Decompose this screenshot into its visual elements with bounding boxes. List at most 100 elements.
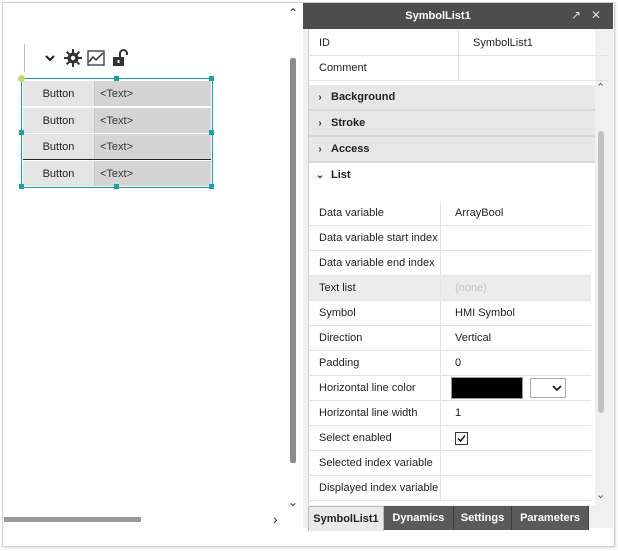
chevron-right-icon: › (318, 91, 322, 103)
group-label: Background (331, 91, 396, 103)
property-row[interactable]: Selected index variable (309, 451, 591, 476)
symbol-list-widget[interactable]: Button <Text> Button <Text> Button <Text… (21, 78, 213, 188)
property-value[interactable]: ArrayBool (441, 201, 591, 225)
property-label: Padding (309, 351, 441, 375)
tab-parameters[interactable]: Parameters (512, 506, 589, 530)
row-text: <Text> (100, 114, 134, 127)
row-button[interactable]: Button (23, 161, 95, 186)
tab-settings[interactable]: Settings (453, 506, 513, 530)
property-label: Horizontal line width (309, 401, 441, 425)
symbol-list-row[interactable]: Button <Text> (23, 134, 211, 160)
panel-scroll-down-arrow[interactable]: ⌄ (596, 490, 605, 501)
property-row[interactable]: Horizontal line width 1 (309, 401, 591, 426)
property-row[interactable]: Data variable end index (309, 251, 591, 276)
property-label: Selected index variable (309, 451, 441, 475)
tab-dynamics[interactable]: Dynamics (383, 506, 454, 530)
property-label: Data variable (309, 201, 441, 225)
resize-handle-bottom-right[interactable] (209, 184, 214, 189)
resize-handle-right[interactable] (209, 130, 214, 135)
row-text: <Text> (100, 167, 134, 180)
panel-vertical-scroll-thumb[interactable] (598, 131, 604, 413)
color-swatch[interactable] (451, 377, 523, 399)
group-label: List (331, 169, 351, 181)
tab-symbollist1[interactable]: SymbolList1 (308, 506, 384, 531)
property-value[interactable] (441, 451, 591, 475)
property-label: Horizontal line color (309, 376, 441, 400)
property-row[interactable]: Select enabled (309, 426, 591, 451)
symbol-list-row[interactable]: Button <Text> (23, 161, 211, 186)
property-value[interactable] (441, 426, 591, 450)
row-button[interactable]: Button (23, 134, 95, 159)
row-text: <Text> (100, 87, 134, 100)
canvas-vertical-scroll-thumb[interactable] (290, 58, 296, 463)
chevron-down-icon[interactable] (40, 48, 60, 68)
color-dropdown[interactable] (530, 378, 566, 398)
row-text: <Text> (100, 140, 134, 153)
group-list[interactable]: ⌄ List (309, 163, 595, 187)
property-value[interactable]: Vertical (441, 326, 591, 350)
origin-marker[interactable] (18, 75, 25, 82)
property-row[interactable]: Symbol HMI Symbol (309, 301, 591, 326)
row-button[interactable]: Button (23, 81, 95, 106)
property-row-comment[interactable]: Comment (309, 56, 609, 81)
property-label: Data variable end index (309, 251, 441, 275)
checkmark-icon (457, 434, 466, 442)
property-label: ID (309, 30, 459, 55)
symbol-list-row[interactable]: Button <Text> (23, 108, 211, 133)
resize-handle-left[interactable] (19, 130, 24, 135)
chevron-down-icon: ⌄ (315, 169, 325, 181)
property-value[interactable] (441, 226, 591, 250)
row-button[interactable]: Button (23, 108, 95, 133)
property-label: Symbol (309, 301, 441, 325)
property-row[interactable]: Displayed index variable (309, 476, 591, 501)
symbol-list-row[interactable]: Button <Text> (23, 81, 211, 106)
property-value[interactable]: SymbolList1 (459, 30, 609, 55)
property-value[interactable]: HMI Symbol (441, 301, 591, 325)
unlock-icon[interactable] (110, 48, 130, 68)
chevron-right-icon: › (318, 117, 322, 129)
chevron-down-icon (552, 385, 562, 392)
property-row[interactable]: Padding 0 (309, 351, 591, 376)
property-value[interactable] (441, 476, 591, 500)
property-value[interactable] (459, 56, 609, 80)
property-row[interactable]: Horizontal line color (309, 376, 591, 401)
group-label: Access (331, 143, 370, 155)
gear-icon[interactable] (63, 48, 83, 68)
property-value[interactable]: 0 (441, 351, 591, 375)
scroll-up-arrow[interactable]: ⌃ (288, 7, 298, 19)
property-label: Displayed index variable (309, 476, 441, 500)
resize-handle-top[interactable] (114, 76, 119, 81)
property-label: Data variable start index (309, 226, 441, 250)
property-label: Select enabled (309, 426, 441, 450)
pin-icon[interactable]: ↗ (571, 8, 581, 22)
property-label: Direction (309, 326, 441, 350)
toolbar-separator (24, 44, 25, 72)
property-value[interactable] (441, 376, 591, 400)
scroll-down-arrow[interactable]: ⌄ (288, 496, 298, 508)
resize-handle-bottom[interactable] (114, 184, 119, 189)
property-row[interactable]: Direction Vertical (309, 326, 591, 351)
close-icon[interactable]: ✕ (591, 8, 601, 22)
property-row[interactable]: Data variable ArrayBool (309, 201, 591, 226)
panel-titlebar: SymbolList1 ↗ ✕ (303, 3, 613, 29)
property-row-id[interactable]: ID SymbolList1 (309, 30, 609, 56)
trend-icon[interactable] (86, 48, 106, 68)
group-background[interactable]: › Background (309, 85, 595, 111)
property-label: Text list (309, 276, 441, 300)
canvas-horizontal-scroll-thumb[interactable] (4, 517, 141, 522)
resize-handle-top-right[interactable] (209, 76, 214, 81)
resize-handle-bottom-left[interactable] (19, 184, 24, 189)
property-value[interactable] (441, 251, 591, 275)
panel-tabs: SymbolList1 Dynamics Settings Parameters (308, 506, 589, 531)
property-row[interactable]: Data variable start index (309, 226, 591, 251)
group-access[interactable]: › Access (309, 137, 595, 163)
property-value[interactable]: 1 (441, 401, 591, 425)
group-label: Stroke (331, 117, 366, 129)
scroll-right-arrow[interactable]: › (273, 512, 278, 526)
group-stroke[interactable]: › Stroke (309, 111, 595, 137)
panel-scroll-up-arrow[interactable]: ⌃ (596, 83, 605, 94)
checkbox[interactable] (455, 431, 468, 445)
properties-panel: SymbolList1 ↗ ✕ ID SymbolList1 Comment ›… (303, 3, 613, 531)
property-row-disabled: Text list (none) (309, 276, 591, 301)
property-grid: ID SymbolList1 Comment › Background › St… (308, 29, 609, 505)
